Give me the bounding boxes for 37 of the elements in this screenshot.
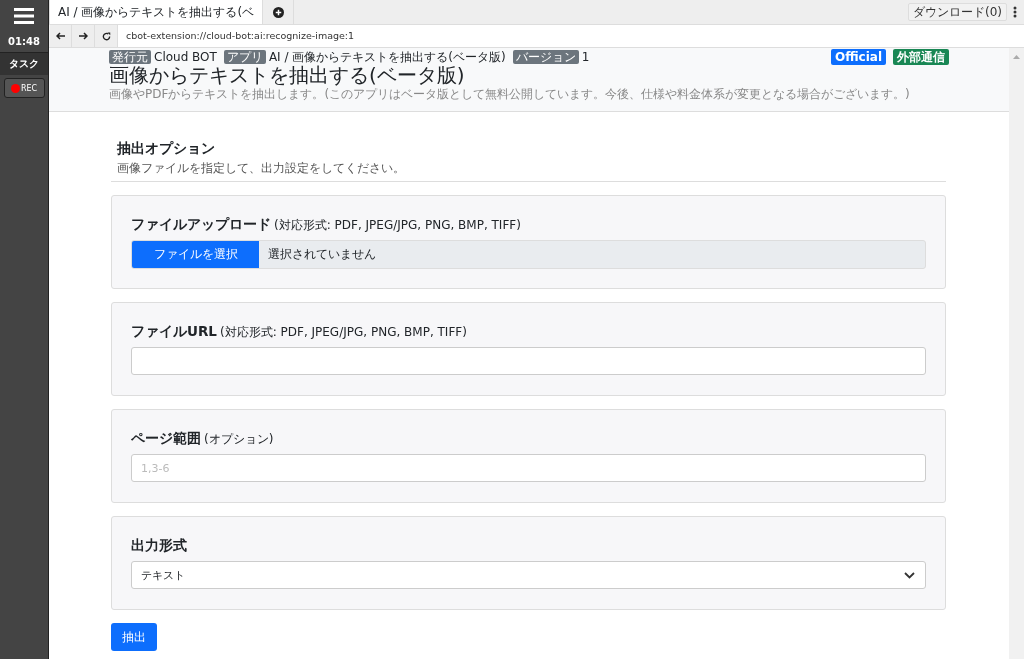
form-heading: 抽出オプション [117,140,216,158]
more-icon[interactable] [1013,6,1017,18]
meta-badge: アプリ [223,50,266,64]
field-note: (対応形式: PDF, JPEG/JPG, PNG, BMP, TIFF) [274,217,521,234]
task-label: タスク [0,53,48,75]
record-button[interactable]: REC [3,78,45,98]
chevron-down-icon [904,571,915,579]
field-label: ファイルURL [131,323,217,341]
meta-badge: バージョン [512,50,579,64]
field-label: ページ範囲 [131,430,201,448]
browser-tab[interactable]: AI / 画像からテキストを抽出する(ベ [49,0,264,24]
field-note: (対応形式: PDF, JPEG/JPG, PNG, BMP, TIFF) [219,324,467,341]
plus-circle-icon [272,6,284,18]
meta-value: 1 [581,50,590,64]
input-field[interactable] [131,347,926,375]
field-note: (オプション) [204,431,274,448]
record-dot-icon [10,83,20,93]
file-input[interactable]: ファイルを選択 選択されていません [131,240,926,269]
extract-button[interactable]: 抽出 [111,623,157,651]
input-field[interactable]: 1,3-6 [131,454,926,482]
select-field[interactable]: テキスト [131,561,926,589]
arrow-left-icon [55,32,65,40]
page-title: 画像からテキストを抽出する(ベータ版) [109,64,466,87]
field-label: 出力形式 [131,537,187,555]
field-label: ファイルアップロード [131,216,271,234]
meta-value: Cloud BOT [154,50,217,64]
download-button[interactable]: ダウンロード(0) [908,3,1007,21]
tag-badge: 外部通信 [893,49,949,65]
meta-badge: 発行元 [109,50,151,64]
arrow-right-icon [78,32,88,40]
tag-badge: Official [830,49,886,65]
page-description: 画像やPDFからテキストを抽出します。(このアプリはベータ版として無料公開しています。今後、仕様や料金体系が変更となる場合がございます。) [109,87,911,101]
meta-value: AI / 画像からテキストを抽出する(ベータ版) [268,50,506,64]
form-subheading: 画像ファイルを指定して、出力設定をしてください。 [117,160,406,177]
reload-icon [101,31,111,41]
menu-icon[interactable] [14,8,34,24]
address-field[interactable]: cbot-extension://cloud-bot:ai:recognize-image:1 [118,25,1024,47]
